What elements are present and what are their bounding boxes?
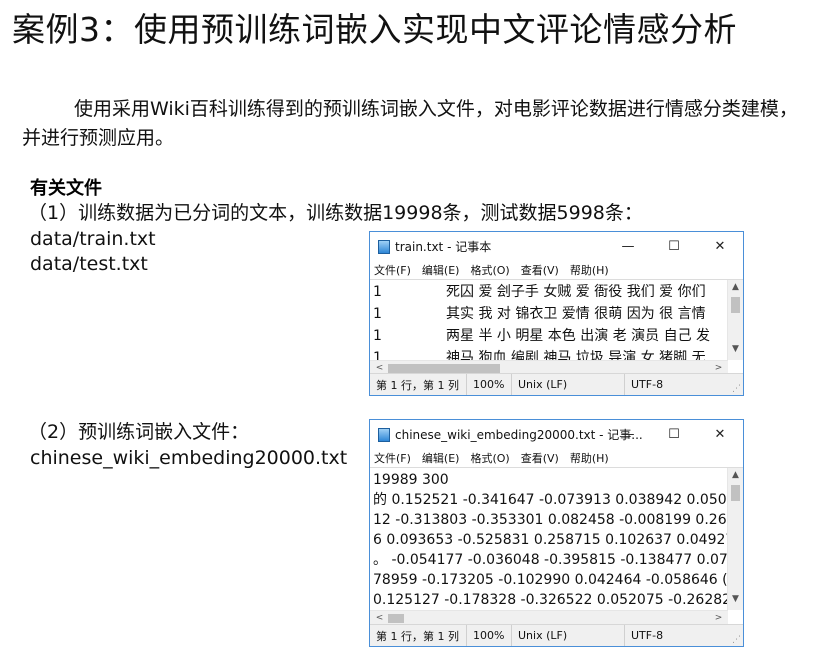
embedding-line: 78959 -0.173205 -0.102990 0.042464 -0.05… bbox=[373, 572, 728, 588]
item-train-data: （1）训练数据为已分词的文本，训练数据19998条，测试数据5998条： bbox=[28, 202, 643, 224]
embedding-path: chinese_wiki_embeding20000.txt bbox=[30, 447, 348, 469]
scroll-thumb[interactable] bbox=[388, 614, 404, 623]
window-title: train.txt - 记事本 bbox=[395, 240, 492, 254]
minimize-button[interactable]: — bbox=[605, 420, 651, 449]
line-label: 1 bbox=[373, 284, 382, 300]
close-button[interactable]: ✕ bbox=[697, 232, 743, 261]
scroll-thumb[interactable] bbox=[731, 485, 740, 501]
encoding: UTF-8 bbox=[631, 629, 664, 642]
title-bar[interactable]: train.txt - 记事本 — ☐ ✕ bbox=[370, 232, 743, 261]
test-path: data/test.txt bbox=[30, 253, 148, 275]
scroll-up-icon[interactable]: ▲ bbox=[728, 470, 743, 480]
menu-view[interactable]: 查看(V) bbox=[521, 262, 559, 278]
embedding-line: 的 0.152521 -0.341647 -0.073913 0.038942 … bbox=[373, 492, 727, 508]
menu-help[interactable]: 帮助(H) bbox=[570, 262, 609, 278]
line-ending: Unix (LF) bbox=[512, 374, 625, 395]
scroll-thumb[interactable] bbox=[388, 364, 500, 373]
embedding-line: 19989 300 bbox=[373, 472, 449, 488]
notepad-app-icon bbox=[378, 427, 390, 442]
resize-grip-icon[interactable]: ⋰ bbox=[732, 384, 741, 394]
maximize-button[interactable]: ☐ bbox=[651, 420, 697, 449]
menu-file[interactable]: 文件(F) bbox=[374, 450, 411, 466]
status-bar: 第 1 行，第 1 列 100% Unix (LF) UTF-8 ⋰ bbox=[370, 373, 743, 395]
encoding: UTF-8 bbox=[631, 378, 664, 391]
train-path: data/train.txt bbox=[30, 228, 156, 250]
text-area[interactable]: 19989 300 的 0.152521 -0.341647 -0.073913… bbox=[370, 467, 743, 626]
line-label: 1 bbox=[373, 306, 382, 322]
embedding-line: 。 -0.054177 -0.036048 -0.395815 -0.13847… bbox=[373, 552, 728, 568]
menu-help[interactable]: 帮助(H) bbox=[570, 450, 609, 466]
minimize-button[interactable]: — bbox=[605, 232, 651, 261]
embedding-line: 12 -0.313803 -0.353301 0.082458 -0.00819… bbox=[373, 512, 727, 528]
text-area[interactable]: 1 死囚 爱 刽子手 女贼 爱 衙役 我们 爱 你们 1 其实 我 对 锦衣卫 … bbox=[370, 279, 743, 375]
notepad-app-icon bbox=[378, 239, 390, 254]
intro-paragraph: 使用采用Wiki百科训练得到的预训练词嵌入文件，对电影评论数据进行情感分类建模，… bbox=[22, 95, 812, 153]
notepad-window-train: train.txt - 记事本 — ☐ ✕ 文件(F) 编辑(E) 格式(O) … bbox=[369, 231, 744, 396]
scroll-thumb[interactable] bbox=[731, 297, 740, 313]
cursor-position: 第 1 行，第 1 列 bbox=[370, 374, 467, 395]
slide-title: 案例3：使用预训练词嵌入实现中文评论情感分析 bbox=[12, 10, 737, 49]
files-heading: 有关文件 bbox=[30, 178, 102, 199]
scroll-up-icon[interactable]: ▲ bbox=[728, 282, 743, 292]
cursor-position: 第 1 行，第 1 列 bbox=[370, 625, 467, 646]
maximize-button[interactable]: ☐ bbox=[651, 232, 697, 261]
zoom-level: 100% bbox=[467, 374, 512, 395]
scroll-down-icon[interactable]: ▼ bbox=[728, 344, 743, 354]
title-bar[interactable]: chinese_wiki_embeding20000.txt - 记事... —… bbox=[370, 420, 743, 449]
vertical-scrollbar[interactable]: ▲ ▼ bbox=[727, 280, 743, 360]
line-text: 两星 半 小 明星 本色 出演 老 演员 自己 发 bbox=[446, 328, 711, 344]
menu-format[interactable]: 格式(O) bbox=[470, 450, 509, 466]
zoom-level: 100% bbox=[467, 625, 512, 646]
menu-bar: 文件(F) 编辑(E) 格式(O) 查看(V) 帮助(H) bbox=[370, 449, 743, 467]
scroll-down-icon[interactable]: ▼ bbox=[728, 594, 743, 604]
intro-text: 使用采用Wiki百科训练得到的预训练词嵌入文件，对电影评论数据进行情感分类建模，… bbox=[22, 98, 798, 149]
line-text: 其实 我 对 锦衣卫 爱情 很萌 因为 很 言情 bbox=[446, 306, 706, 322]
item-embedding-file: （2）预训练词嵌入文件： bbox=[28, 421, 250, 443]
embedding-line: 6 0.093653 -0.525831 0.258715 0.102637 0… bbox=[373, 532, 735, 548]
close-button[interactable]: ✕ bbox=[697, 420, 743, 449]
menu-view[interactable]: 查看(V) bbox=[521, 450, 559, 466]
menu-format[interactable]: 格式(O) bbox=[470, 262, 509, 278]
notepad-window-embedding: chinese_wiki_embeding20000.txt - 记事... —… bbox=[369, 419, 744, 647]
line-label: 1 bbox=[373, 328, 382, 344]
embedding-line: 0.125127 -0.178328 -0.326522 0.052075 -0… bbox=[373, 592, 732, 608]
menu-bar: 文件(F) 编辑(E) 格式(O) 查看(V) 帮助(H) bbox=[370, 261, 743, 279]
menu-edit[interactable]: 编辑(E) bbox=[422, 262, 460, 278]
vertical-scrollbar[interactable]: ▲ ▼ bbox=[727, 468, 743, 610]
status-bar: 第 1 行，第 1 列 100% Unix (LF) UTF-8 ⋰ bbox=[370, 624, 743, 646]
line-text: 死囚 爱 刽子手 女贼 爱 衙役 我们 爱 你们 bbox=[446, 284, 706, 300]
menu-file[interactable]: 文件(F) bbox=[374, 262, 411, 278]
resize-grip-icon[interactable]: ⋰ bbox=[732, 635, 741, 645]
line-ending: Unix (LF) bbox=[512, 625, 625, 646]
menu-edit[interactable]: 编辑(E) bbox=[422, 450, 460, 466]
